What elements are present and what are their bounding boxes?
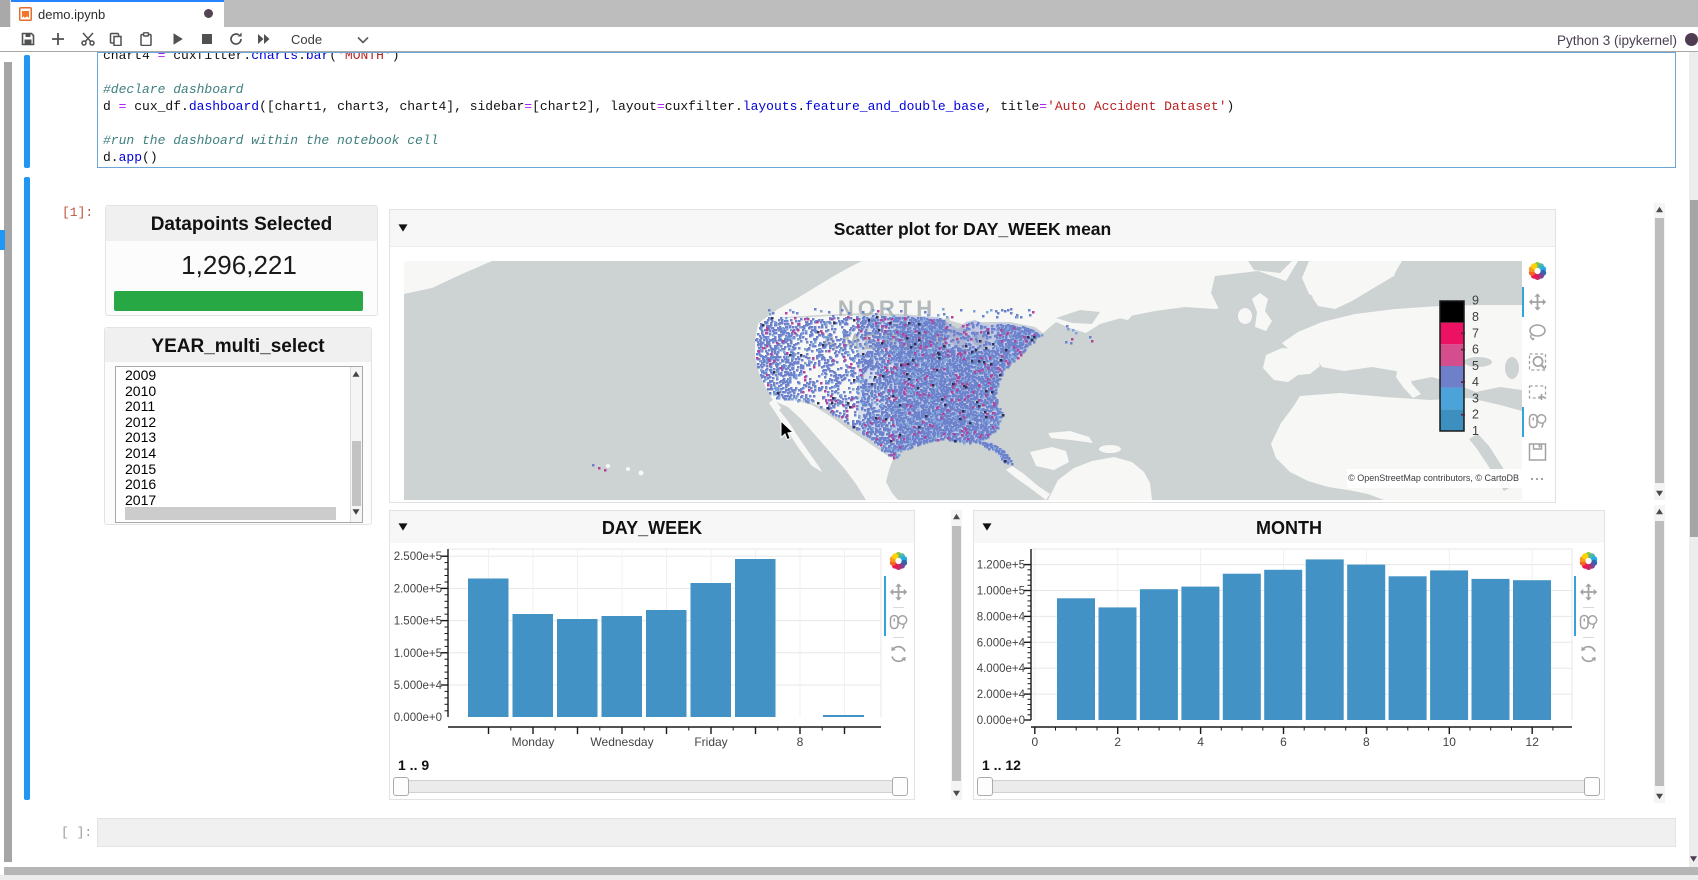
svg-text:8: 8 — [797, 735, 804, 749]
svg-text:2.500e+5: 2.500e+5 — [394, 551, 442, 563]
svg-text:Friday: Friday — [694, 735, 727, 749]
svg-text:8: 8 — [1363, 735, 1370, 749]
svg-text:6: 6 — [1280, 735, 1287, 749]
svg-text:10: 10 — [1443, 735, 1457, 749]
svg-text:8: 8 — [1472, 310, 1479, 324]
svg-text:2.000e+4: 2.000e+4 — [977, 689, 1026, 701]
svg-text:6: 6 — [1472, 343, 1479, 357]
svg-text:4: 4 — [1472, 375, 1479, 389]
svg-text:1.500e+5: 1.500e+5 — [394, 616, 442, 628]
svg-text:1.200e+5: 1.200e+5 — [977, 560, 1025, 572]
svg-text:6.000e+4: 6.000e+4 — [977, 637, 1026, 649]
svg-text:1: 1 — [1472, 424, 1479, 438]
svg-text:2: 2 — [1114, 735, 1121, 749]
svg-text:Monday: Monday — [512, 735, 555, 749]
svg-text:2: 2 — [1472, 408, 1479, 422]
svg-text:5: 5 — [1472, 359, 1479, 373]
svg-text:0.000e+0: 0.000e+0 — [977, 715, 1025, 727]
svg-text:5.000e+4: 5.000e+4 — [394, 680, 443, 692]
svg-text:8.000e+4: 8.000e+4 — [977, 611, 1026, 623]
svg-text:12: 12 — [1526, 735, 1540, 749]
svg-text:1.000e+5: 1.000e+5 — [977, 586, 1025, 598]
svg-text:0: 0 — [1031, 735, 1038, 749]
svg-text:3: 3 — [1472, 391, 1479, 405]
svg-text:2.000e+5: 2.000e+5 — [394, 583, 442, 595]
svg-text:1.000e+5: 1.000e+5 — [394, 648, 442, 660]
svg-text:4.000e+4: 4.000e+4 — [977, 663, 1026, 675]
svg-text:Wednesday: Wednesday — [590, 735, 653, 749]
svg-text:4: 4 — [1197, 735, 1204, 749]
svg-text:7: 7 — [1472, 326, 1479, 340]
svg-text:9: 9 — [1472, 294, 1479, 308]
svg-text:0.000e+0: 0.000e+0 — [394, 712, 442, 724]
